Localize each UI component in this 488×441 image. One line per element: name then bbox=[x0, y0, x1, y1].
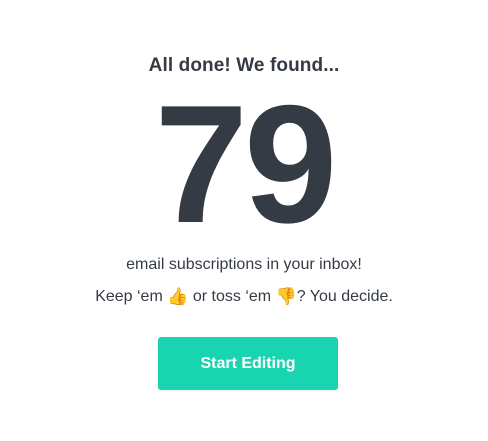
subscriptions-description: email subscriptions in your inbox! bbox=[126, 256, 362, 273]
start-editing-button[interactable]: Start Editing bbox=[158, 337, 338, 390]
subscription-count: 79 bbox=[154, 70, 338, 258]
prompt-suffix: ? You decide. bbox=[296, 288, 393, 305]
results-card: All done! We found... 79 email subscript… bbox=[0, 0, 488, 441]
thumbs-up-icon: 👍 bbox=[167, 287, 189, 307]
prompt-middle: or toss ‘em bbox=[188, 288, 276, 305]
prompt-prefix: Keep ‘em bbox=[95, 288, 168, 305]
thumbs-down-icon: 👎 bbox=[275, 287, 297, 307]
keep-or-toss-prompt: Keep ‘em 👍 or toss ‘em 👎? You decide. bbox=[0, 287, 488, 307]
